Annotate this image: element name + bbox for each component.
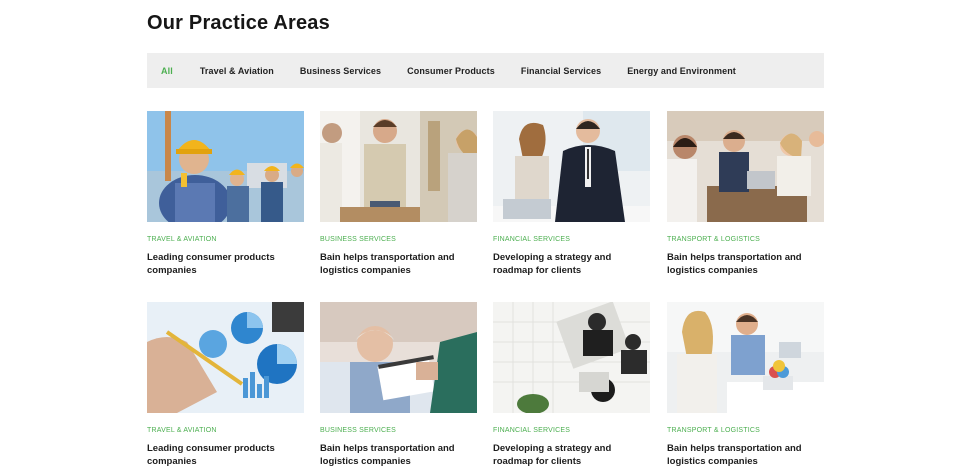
card-category: TRAVEL & AVIATION — [147, 427, 217, 434]
card-title[interactable]: Leading consumer products companies — [147, 251, 304, 277]
card-title[interactable]: Developing a strategy and roadmap for cl… — [493, 442, 650, 468]
card-title[interactable]: Leading consumer products companies — [147, 442, 304, 468]
practice-card[interactable]: FINANCIAL SERVICES Developing a strategy… — [493, 111, 650, 277]
filter-tab-travel-aviation[interactable]: Travel & Aviation — [200, 66, 274, 76]
card-title[interactable]: Bain helps transportation and logistics … — [320, 251, 477, 277]
practice-filter-bar: All Travel & Aviation Business Services … — [147, 53, 824, 88]
practice-card[interactable]: TRAVEL & AVIATION Leading consumer produ… — [147, 111, 304, 277]
filter-tab-financial-services[interactable]: Financial Services — [521, 66, 601, 76]
card-image-office-colleagues[interactable] — [320, 111, 477, 222]
card-title[interactable]: Developing a strategy and roadmap for cl… — [493, 251, 650, 277]
card-image-coworkers-desk[interactable] — [667, 302, 824, 413]
page-title: Our Practice Areas — [147, 12, 330, 34]
card-title[interactable]: Bain helps transportation and logistics … — [667, 251, 824, 277]
card-category: BUSINESS SERVICES — [320, 236, 397, 243]
practice-card[interactable]: BUSINESS SERVICES Bain helps transportat… — [320, 111, 477, 277]
practice-card[interactable]: BUSINESS SERVICES Bain helps transportat… — [320, 302, 477, 468]
card-image-team-meeting[interactable] — [667, 111, 824, 222]
card-title[interactable]: Bain helps transportation and logistics … — [667, 442, 824, 468]
card-image-financial-charts[interactable] — [147, 302, 304, 413]
filter-tab-all[interactable]: All — [161, 66, 173, 76]
filter-tab-consumer-products[interactable]: Consumer Products — [407, 66, 495, 76]
card-category: FINANCIAL SERVICES — [493, 427, 571, 434]
card-category: TRAVEL & AVIATION — [147, 236, 217, 243]
filter-tab-business-services[interactable]: Business Services — [300, 66, 381, 76]
card-image-doctor-patient[interactable] — [320, 302, 477, 413]
card-category: FINANCIAL SERVICES — [493, 236, 571, 243]
practice-card[interactable]: TRAVEL & AVIATION Leading consumer produ… — [147, 302, 304, 468]
card-image-business-meeting[interactable] — [493, 111, 650, 222]
card-title[interactable]: Bain helps transportation and logistics … — [320, 442, 477, 468]
card-image-office-overhead[interactable] — [493, 302, 650, 413]
practice-card[interactable]: TRANSPORT & LOGISTICS Bain helps transpo… — [667, 111, 824, 277]
card-image-construction-workers[interactable] — [147, 111, 304, 222]
filter-tab-energy-environment[interactable]: Energy and Environment — [627, 66, 736, 76]
practice-card[interactable]: TRANSPORT & LOGISTICS Bain helps transpo… — [667, 302, 824, 468]
card-category: TRANSPORT & LOGISTICS — [667, 236, 761, 243]
practice-card[interactable]: FINANCIAL SERVICES Developing a strategy… — [493, 302, 650, 468]
card-category: TRANSPORT & LOGISTICS — [667, 427, 761, 434]
card-category: BUSINESS SERVICES — [320, 427, 397, 434]
